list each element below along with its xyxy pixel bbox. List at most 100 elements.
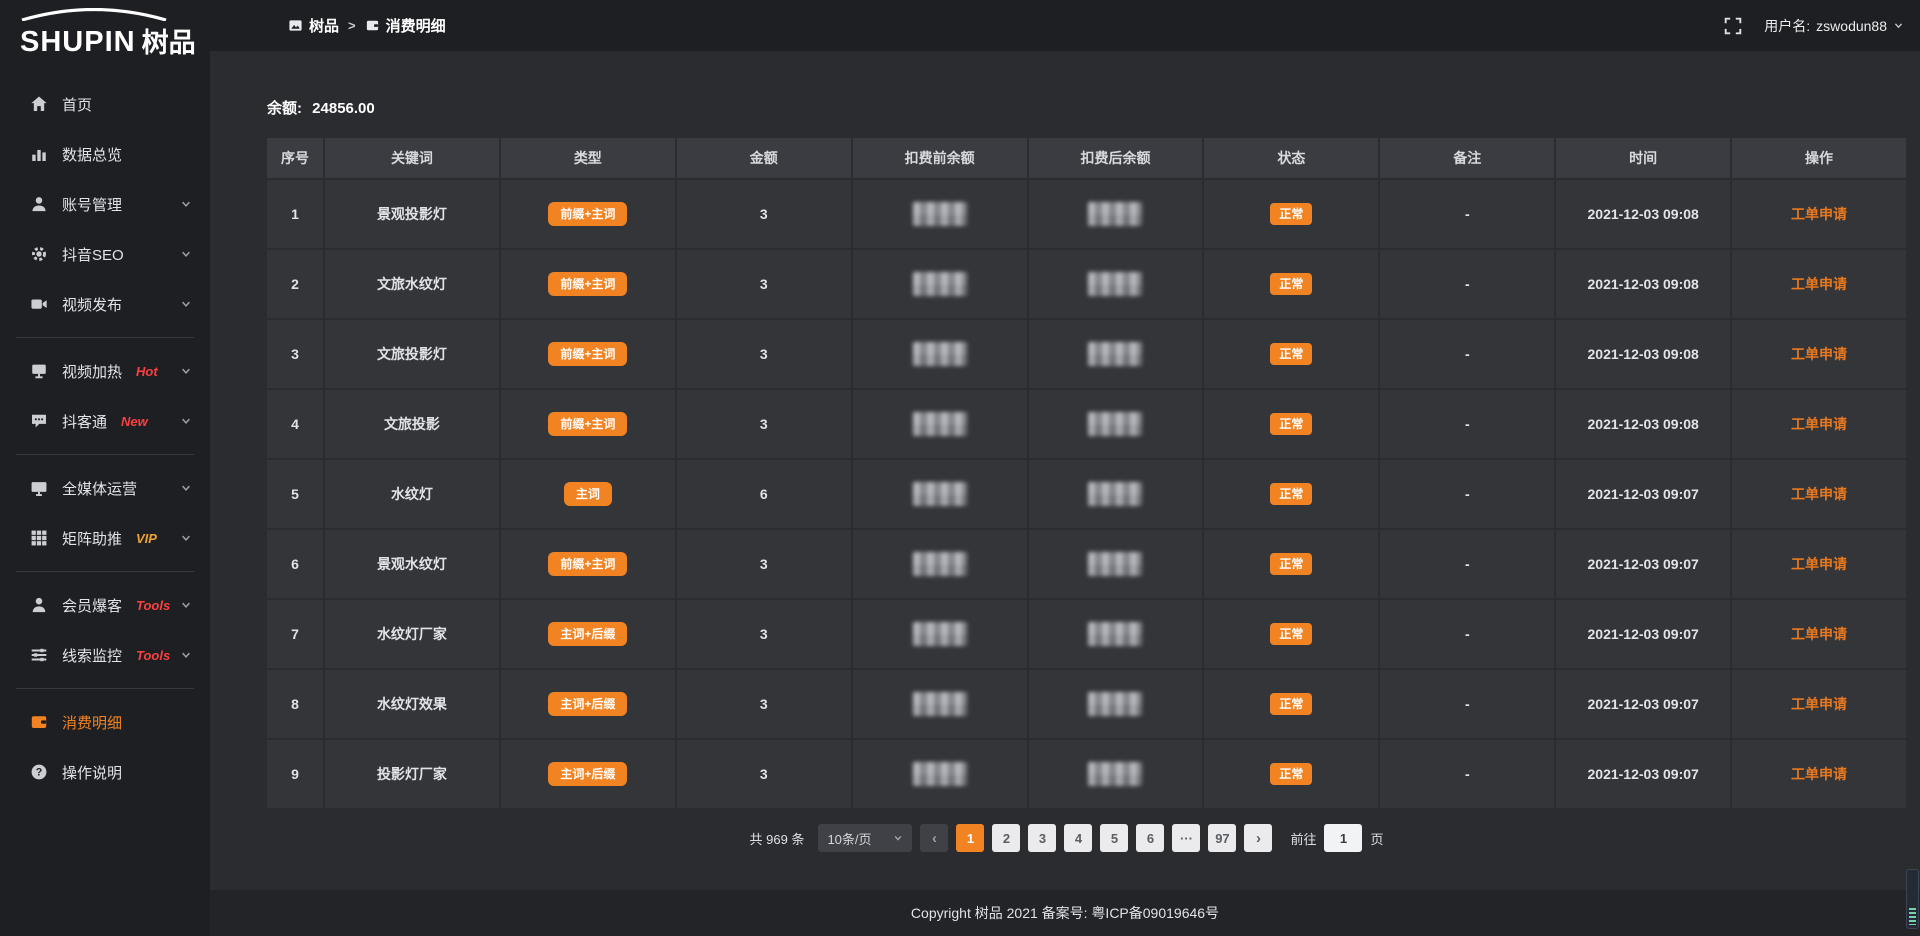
balance-after-cell <box>1029 600 1203 668</box>
page-button-3[interactable]: 3 <box>1028 824 1056 852</box>
work-order-link[interactable]: 工单申请 <box>1791 274 1847 294</box>
sidebar-item-member-baoke[interactable]: 会员爆客Tools <box>0 580 210 630</box>
status-badge: 正常 <box>1270 203 1312 225</box>
goto-page-input[interactable] <box>1324 824 1362 852</box>
column-header: 时间 <box>1556 138 1730 178</box>
masked-balance-block <box>913 412 967 436</box>
sidebar-menu: 首页数据总览账号管理抖音SEO视频发布视频加热Hot抖客通New 全媒体运营矩阵助… <box>0 73 210 797</box>
sidebar-item-douyin-seo[interactable]: 抖音SEO <box>0 229 210 279</box>
chevron-down-icon <box>180 298 192 310</box>
app-logo: SHUPIN 树品 <box>0 0 210 73</box>
sidebar-item-tag: Tools <box>136 598 170 613</box>
status-badge: 正常 <box>1270 273 1312 295</box>
sidebar-item-video-publish[interactable]: 视频发布 <box>0 279 210 329</box>
page-button-5[interactable]: 5 <box>1100 824 1128 852</box>
sidebar-item-data-overview[interactable]: 数据总览 <box>0 129 210 179</box>
sidebar-item-consume-detail[interactable]: 消费明细 <box>0 697 210 747</box>
sidebar: SHUPIN 树品 首页数据总览账号管理抖音SEO视频发布视频加热Hot抖客通N… <box>0 0 210 936</box>
keyword-cell: 景观水纹灯 <box>325 530 499 598</box>
sidebar-item-matrix-boost[interactable]: 矩阵助推VIP <box>0 513 210 563</box>
page-button-97[interactable]: 97 <box>1208 824 1236 852</box>
page-button-1[interactable]: 1 <box>956 824 984 852</box>
sidebar-item-douketong[interactable]: 抖客通New <box>0 396 210 446</box>
status-cell: 正常 <box>1204 390 1378 458</box>
next-page-button[interactable]: › <box>1244 824 1272 852</box>
balance-after-cell <box>1029 460 1203 528</box>
work-order-link[interactable]: 工单申请 <box>1791 764 1847 784</box>
type-cell: 前缀+主词 <box>501 250 675 318</box>
status-cell: 正常 <box>1204 320 1378 388</box>
status-badge: 正常 <box>1270 623 1312 645</box>
prev-page-button[interactable]: ‹ <box>920 824 948 852</box>
sidebar-item-account-manage[interactable]: 账号管理 <box>0 179 210 229</box>
table-row: 2文旅水纹灯前缀+主词3正常-2021-12-03 09:08工单申请 <box>267 250 1906 318</box>
remark-cell: - <box>1380 670 1554 738</box>
remark-cell: - <box>1380 530 1554 598</box>
page-ellipsis-button[interactable]: ··· <box>1172 824 1200 852</box>
breadcrumb-root-label: 树品 <box>309 15 339 36</box>
balance-label: 余额: <box>267 100 302 117</box>
breadcrumb-current-label: 消费明细 <box>386 15 446 36</box>
masked-balance-block <box>1088 202 1142 226</box>
status-badge: 正常 <box>1270 553 1312 575</box>
time-cell: 2021-12-03 09:07 <box>1556 600 1730 668</box>
balance-after-cell <box>1029 320 1203 388</box>
keyword-cell: 文旅水纹灯 <box>325 250 499 318</box>
page-size-select[interactable]: 10条/页 <box>818 824 912 852</box>
column-header: 扣费后余额 <box>1029 138 1203 178</box>
row-index-cell: 4 <box>267 390 323 458</box>
breadcrumb-root[interactable]: 树品 <box>288 15 339 36</box>
sidebar-item-video-heat[interactable]: 视频加热Hot <box>0 346 210 396</box>
work-order-link[interactable]: 工单申请 <box>1791 484 1847 504</box>
column-header: 备注 <box>1380 138 1554 178</box>
work-order-link[interactable]: 工单申请 <box>1791 624 1847 644</box>
masked-balance-block <box>1088 272 1142 296</box>
screenshot-widget[interactable] <box>1906 869 1919 929</box>
chevron-down-icon <box>180 365 192 377</box>
work-order-link[interactable]: 工单申请 <box>1791 554 1847 574</box>
balance-after-cell <box>1029 740 1203 808</box>
type-badge: 主词 <box>564 482 612 506</box>
amount-cell: 3 <box>677 390 851 458</box>
user-menu[interactable]: 用户名: zswodun88 <box>1764 16 1904 36</box>
row-index-cell: 9 <box>267 740 323 808</box>
time-cell: 2021-12-03 09:08 <box>1556 250 1730 318</box>
time-cell: 2021-12-03 09:07 <box>1556 670 1730 738</box>
table-row: 5水纹灯主词6正常-2021-12-03 09:07工单申请 <box>267 460 1906 528</box>
row-index-cell: 2 <box>267 250 323 318</box>
fullscreen-icon[interactable] <box>1724 17 1742 35</box>
masked-balance-block <box>913 202 967 226</box>
sidebar-item-help-guide[interactable]: ?操作说明 <box>0 747 210 797</box>
work-order-link[interactable]: 工单申请 <box>1791 414 1847 434</box>
sidebar-item-media-operation[interactable]: 全媒体运营 <box>0 463 210 513</box>
balance-before-cell <box>853 460 1027 528</box>
type-badge: 主词+后缀 <box>548 762 627 786</box>
time-cell: 2021-12-03 09:07 <box>1556 460 1730 528</box>
sidebar-item-home[interactable]: 首页 <box>0 79 210 129</box>
logo-text-cn: 树品 <box>142 30 196 57</box>
goto-label: 前往 <box>1290 829 1316 848</box>
row-index-cell: 7 <box>267 600 323 668</box>
status-cell: 正常 <box>1204 600 1378 668</box>
keyword-cell: 景观投影灯 <box>325 180 499 248</box>
chevron-down-icon <box>180 248 192 260</box>
page-button-2[interactable]: 2 <box>992 824 1020 852</box>
type-badge: 主词+后缀 <box>548 692 627 716</box>
sidebar-divider <box>16 688 194 689</box>
user-icon <box>30 195 48 213</box>
page-button-4[interactable]: 4 <box>1064 824 1092 852</box>
page-button-6[interactable]: 6 <box>1136 824 1164 852</box>
work-order-link[interactable]: 工单申请 <box>1791 344 1847 364</box>
time-cell: 2021-12-03 09:08 <box>1556 180 1730 248</box>
sidebar-item-clue-monitor[interactable]: 线索监控Tools <box>0 630 210 680</box>
work-order-link[interactable]: 工单申请 <box>1791 694 1847 714</box>
remark-cell: - <box>1380 460 1554 528</box>
work-order-link[interactable]: 工单申请 <box>1791 204 1847 224</box>
username-value: zswodun88 <box>1816 18 1887 34</box>
row-index-cell: 6 <box>267 530 323 598</box>
remark-cell: - <box>1380 740 1554 808</box>
table-row: 8水纹灯效果主词+后缀3正常-2021-12-03 09:07工单申请 <box>267 670 1906 738</box>
breadcrumb-current[interactable]: 消费明细 <box>365 15 446 36</box>
main-area: 树品 > 消费明细 用户名: zswodun88 <box>210 0 1920 936</box>
type-badge: 前缀+主词 <box>548 202 627 226</box>
